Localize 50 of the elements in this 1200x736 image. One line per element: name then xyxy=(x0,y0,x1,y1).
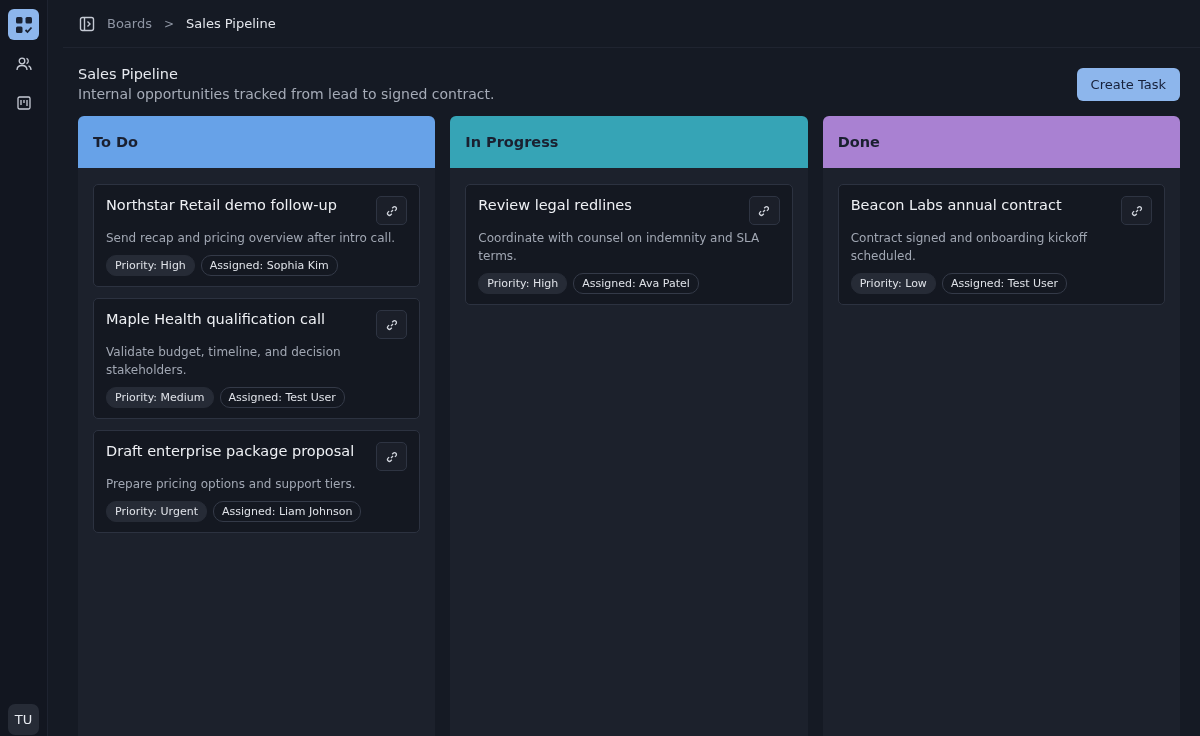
link-icon xyxy=(385,318,398,331)
create-task-button[interactable]: Create Task xyxy=(1076,68,1180,101)
card-description: Prepare pricing options and support tiers. xyxy=(106,476,357,493)
link-button[interactable] xyxy=(376,442,408,471)
tag: Assigned: Sophia Kim xyxy=(200,255,338,276)
task-card[interactable]: Draft enterprise package proposal Prepare pricing options and support tiers. Priority: Urgent Assigned: Liam Johnson xyxy=(93,430,421,533)
tag: Priority: Low xyxy=(850,273,936,294)
tag: Priority: High xyxy=(106,255,195,276)
task-card[interactable]: Maple Health qualification call Validate budget, timeline, and decision stakeholders. Priority: Medium Assigned: Test User xyxy=(93,298,421,419)
link-button[interactable] xyxy=(376,196,408,225)
column-title: Done xyxy=(837,134,880,150)
tag: Assigned: Test User xyxy=(219,387,345,408)
card-description: Contract signed and onboarding kickoff scheduled. xyxy=(850,230,1089,265)
card-title: Maple Health qualification call xyxy=(106,310,325,327)
page-title: Sales Pipeline xyxy=(78,66,179,82)
link-icon xyxy=(758,204,771,217)
task-card[interactable]: Beacon Labs annual contract Contract signed and onboarding kickoff scheduled. Priority: Low Assigned: Test User xyxy=(837,184,1165,305)
link-button[interactable] xyxy=(748,196,780,225)
link-button[interactable] xyxy=(376,310,408,339)
link-button[interactable] xyxy=(1121,196,1152,225)
user-avatar[interactable]: TU xyxy=(8,704,39,735)
card-title: Review legal redlines xyxy=(478,196,632,213)
breadcrumb-item[interactable]: Boards xyxy=(107,16,152,31)
dashboard-check-icon xyxy=(14,15,33,34)
breadcrumb-item: Sales Pipeline xyxy=(186,16,276,31)
task-card[interactable]: Northstar Retail demo follow-up Send recap and pricing overview after intro call. Priority: High Assigned: Sophia Kim xyxy=(93,184,421,287)
people-icon xyxy=(15,55,32,72)
tag: Priority: Medium xyxy=(106,387,214,408)
tag: Assigned: Ava Patel xyxy=(573,273,699,294)
link-icon xyxy=(1130,204,1143,217)
tag: Priority: Urgent xyxy=(106,501,207,522)
card-title: Northstar Retail demo follow-up xyxy=(106,196,337,213)
card-description: Coordinate with counsel on indemnity and SLA terms. xyxy=(478,230,761,265)
card-title: Draft enterprise package proposal xyxy=(106,442,355,459)
task-card[interactable]: Review legal redlines Coordinate with counsel on indemnity and SLA terms. Priority: High Assigned: Ava Patel xyxy=(465,184,793,305)
boards-nav-button[interactable] xyxy=(8,9,39,40)
tag: Assigned: Test User xyxy=(941,273,1068,294)
column-title: In Progress xyxy=(465,134,559,150)
link-icon xyxy=(385,450,398,463)
kanban-icon xyxy=(16,95,31,110)
page-subtitle: Internal opportunities tracked from lead to signed contract. xyxy=(78,86,495,102)
breadcrumb-separator: > xyxy=(164,16,175,31)
card-description: Send recap and pricing overview after intro call. xyxy=(106,230,397,247)
sidebar-toggle-icon[interactable] xyxy=(79,15,95,32)
card-description: Validate budget, timeline, and decision stakeholders. xyxy=(106,344,342,379)
column-title: To Do xyxy=(93,134,138,150)
tag: Assigned: Liam Johnson xyxy=(212,501,362,522)
link-icon xyxy=(385,204,398,217)
card-title: Beacon Labs annual contract xyxy=(850,196,1062,213)
tag: Priority: High xyxy=(478,273,568,294)
